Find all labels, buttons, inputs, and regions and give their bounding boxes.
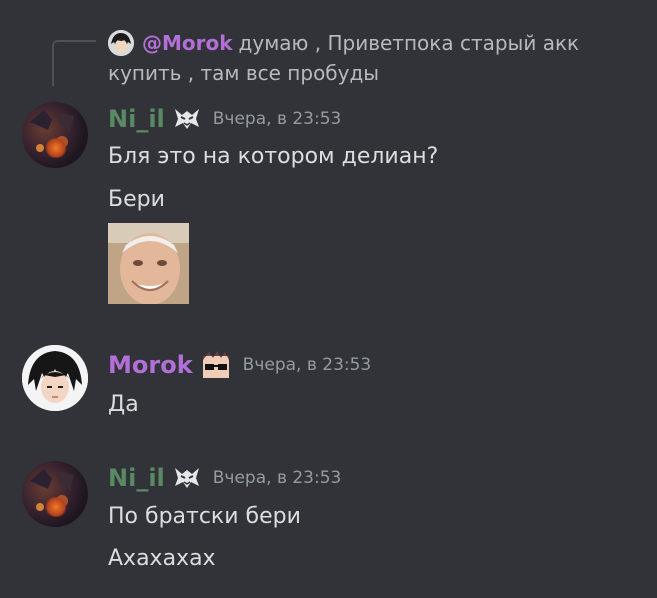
message-header: Ni_il Вчера, в 23:53 — [108, 461, 341, 495]
message-timestamp: Вчера, в 23:53 — [212, 468, 342, 488]
reply-avatar[interactable] — [108, 30, 134, 56]
message-header: Ni_il Вчера, в 23:53 — [108, 102, 341, 136]
message-text: Да — [108, 392, 139, 417]
avatar-morok[interactable] — [22, 345, 88, 411]
chat-log: @Morok думаю , Приветпока старый акк купи… — [0, 0, 657, 598]
author-name[interactable]: Morok — [108, 351, 193, 379]
wolf-medallion-icon[interactable] — [173, 466, 201, 490]
message-text: Ахахахах — [108, 546, 216, 571]
reply-preview[interactable]: @Morok думаю , Приветпока старый акк купи… — [108, 28, 608, 88]
message-timestamp: Вчера, в 23:53 — [212, 109, 342, 129]
author-name[interactable]: Ni_il — [108, 464, 165, 492]
harold-meme-sticker[interactable] — [108, 223, 189, 304]
message-header: Morok Вчера, в 23:53 — [108, 348, 371, 382]
avatar-ni-il[interactable] — [22, 102, 88, 168]
reply-connector — [52, 40, 96, 86]
message-text: Бери — [108, 187, 165, 212]
wolf-medallion-icon[interactable] — [173, 107, 201, 131]
sunglasses-character-icon[interactable] — [201, 350, 231, 380]
message-text: По братски бери — [108, 504, 301, 529]
reply-author[interactable]: @Morok — [142, 31, 233, 55]
author-name[interactable]: Ni_il — [108, 105, 165, 133]
message-text: Бля это на котором делиан? — [108, 144, 439, 169]
message-timestamp: Вчера, в 23:53 — [242, 355, 372, 375]
avatar-ni-il[interactable] — [22, 461, 88, 527]
